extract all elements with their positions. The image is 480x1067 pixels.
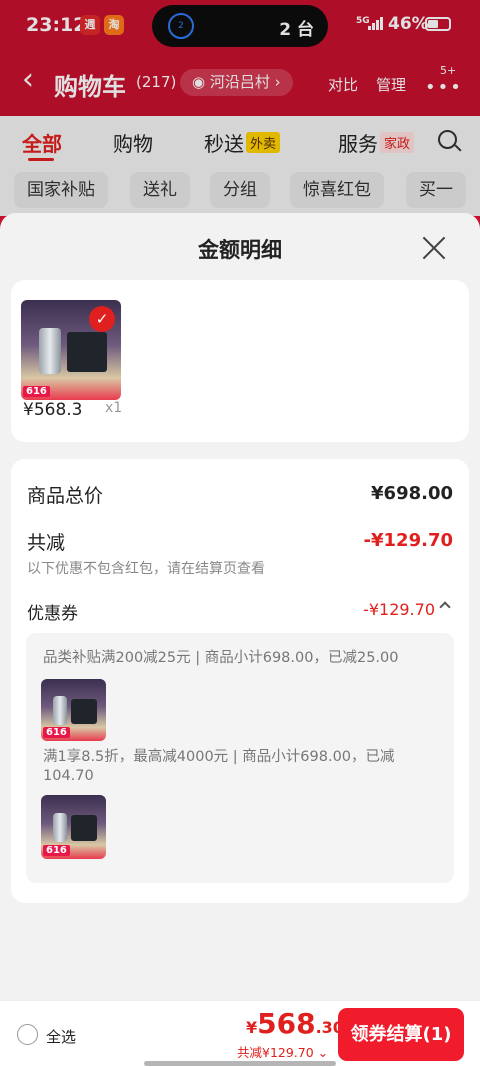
promo-tag: 616 <box>43 845 70 856</box>
currency-symbol: ¥ <box>246 1018 258 1037</box>
home-indicator <box>144 1061 336 1066</box>
discount-item-text: 品类补贴满200减25元 | 商品小计698.00，已减25.00 <box>43 650 399 666</box>
total-integer: 568 <box>257 1007 316 1040</box>
product-qty: x1 <box>105 400 123 416</box>
check-icon: ✓ <box>89 306 115 332</box>
reduce-value: -¥129.70 <box>363 530 453 551</box>
select-all-radio[interactable] <box>17 1024 38 1045</box>
close-icon[interactable] <box>422 236 446 260</box>
product-card: ✓ 616 ¥568.3 x1 <box>11 280 469 442</box>
chevron-down-icon: ⌄ <box>313 1045 329 1060</box>
discount-product-image: 616 <box>41 795 106 859</box>
reduce-label: 共减 <box>27 532 66 554</box>
overlay-mask[interactable] <box>0 0 480 216</box>
select-all-label[interactable]: 全选 <box>46 1026 76 1047</box>
total-value: ¥698.00 <box>371 483 453 504</box>
promo-tag: 616 <box>43 727 70 738</box>
total-price: ¥568.30 <box>246 1007 344 1040</box>
sheet-title: 金额明细 <box>198 238 282 262</box>
price-breakdown-card: 商品总价 ¥698.00 共减 -¥129.70 以下优惠不包含红包，请在结算页… <box>11 459 469 903</box>
checkout-bar: 全选 ¥568.30 共减¥129.70 ⌄ 领券结算(1) <box>0 1000 480 1067</box>
coupon-value[interactable]: -¥129.70 <box>363 600 435 619</box>
promo-tag: 616 <box>23 386 50 397</box>
discount-item-text: 满1享8.5折，最高减4000元 | 商品小计698.00，已减104.70 <box>43 749 395 784</box>
checkout-button[interactable]: 领券结算(1) <box>338 1008 464 1061</box>
total-label: 商品总价 <box>27 485 104 507</box>
saved-amount[interactable]: 共减¥129.70 ⌄ <box>237 1042 328 1061</box>
coupon-label: 优惠券 <box>27 604 78 624</box>
product-image[interactable]: ✓ 616 <box>21 300 121 400</box>
chevron-up-icon[interactable] <box>439 601 451 613</box>
coupon-detail-list: 品类补贴满200减25元 | 商品小计698.00，已减25.00 616 满1… <box>26 633 454 883</box>
product-price: ¥568.3 <box>23 400 83 420</box>
amount-detail-sheet: 金额明细 ✓ 616 ¥568.3 x1 商品总价 ¥698.00 共减 -¥1… <box>0 213 480 1067</box>
discount-product-image: 616 <box>41 679 106 741</box>
saved-text: 共减¥129.70 <box>237 1045 314 1060</box>
discount-note: 以下优惠不包含红包，请在结算页查看 <box>27 561 265 577</box>
